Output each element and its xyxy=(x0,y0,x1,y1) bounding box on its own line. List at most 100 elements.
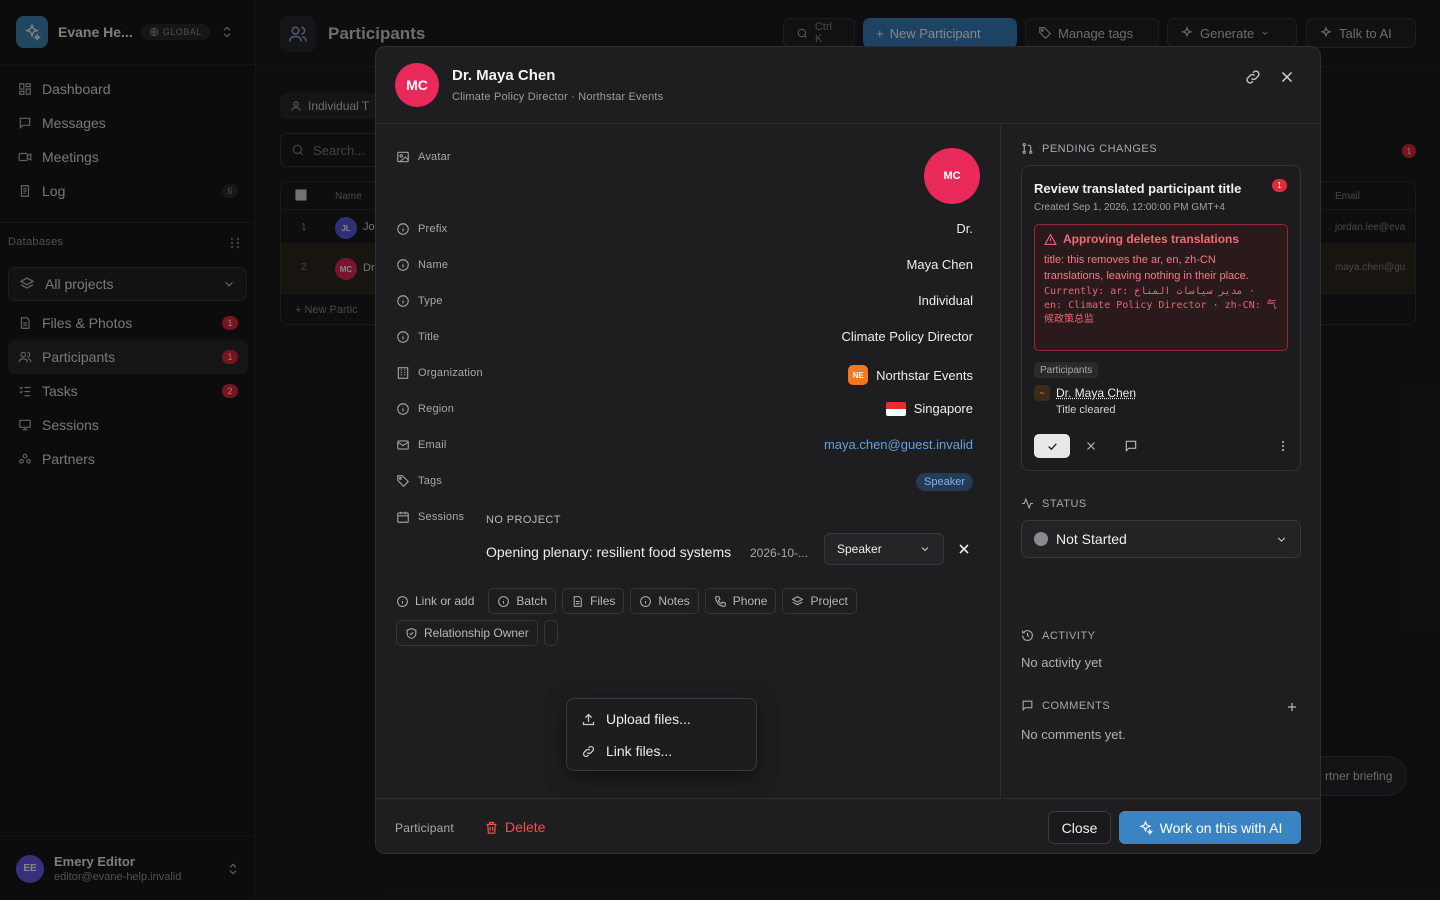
warning-text: title: this removes the ar, en, zh-CN tr… xyxy=(1044,254,1249,282)
add-comment-icon[interactable] xyxy=(1285,700,1299,714)
status-select[interactable]: Not Started xyxy=(1021,520,1301,558)
tag-speaker[interactable]: Speaker xyxy=(916,473,973,491)
approve-button[interactable] xyxy=(1034,434,1070,458)
section-title: ACTIVITY xyxy=(1042,629,1096,642)
comments-heading: COMMENTS xyxy=(1021,699,1110,712)
field-label: Sessions xyxy=(418,511,465,523)
menu-item-label: Upload files... xyxy=(606,711,691,727)
upload-icon xyxy=(582,713,595,725)
chip-label: Link or add xyxy=(415,594,475,608)
pending-change-created: Created Sep 1, 2026, 12:00:00 PM GMT+4 xyxy=(1034,202,1225,213)
section-title: STATUS xyxy=(1042,497,1087,510)
reject-icon[interactable] xyxy=(1084,439,1098,453)
field-label: Name xyxy=(418,259,449,271)
tags-field: Tags Speaker xyxy=(396,472,973,492)
organization-logo: NE xyxy=(848,365,869,385)
chevron-down-icon xyxy=(1277,536,1286,542)
prefix-value[interactable]: Dr. xyxy=(956,221,973,236)
dialog-header: MC Dr. Maya Chen Climate Policy Director… xyxy=(376,47,1320,124)
status-dot xyxy=(1034,532,1048,546)
info-icon xyxy=(397,595,408,607)
image-icon xyxy=(397,151,409,163)
side-panel: PENDING CHANGES Review translated partic… xyxy=(1002,124,1320,798)
session-title[interactable]: Opening plenary: resilient food systems xyxy=(486,544,740,560)
activity-empty: No activity yet xyxy=(1021,655,1102,670)
mail-icon xyxy=(397,440,409,450)
work-with-ai-button[interactable]: Work on this with AI xyxy=(1119,811,1301,844)
region-name: Singapore xyxy=(913,401,973,416)
files-chip[interactable]: Files xyxy=(562,588,625,614)
entity-icon: ~ xyxy=(1034,385,1050,401)
link-icon[interactable] xyxy=(1244,68,1262,86)
delete-button[interactable]: Delete xyxy=(484,819,545,835)
phone-chip[interactable]: Phone xyxy=(704,588,777,614)
add-field-chips-2: Relationship Owner xyxy=(396,620,558,646)
info-icon xyxy=(397,295,409,307)
link-or-add-chip[interactable]: Link or add xyxy=(396,588,482,614)
email-link[interactable]: maya.chen@guest.invalid xyxy=(824,437,973,452)
file-icon xyxy=(573,595,582,607)
relationship-owner-chip[interactable]: Relationship Owner xyxy=(396,620,538,646)
pending-change-title: Review translated participant title xyxy=(1034,181,1242,196)
title-value[interactable]: Climate Policy Director xyxy=(842,329,973,344)
sparkle-icon xyxy=(1139,820,1153,835)
sessions-field: Sessions xyxy=(396,508,973,528)
session-project-heading: NO PROJECT xyxy=(486,514,561,526)
session-date: 2026-10-... xyxy=(750,546,809,560)
add-field-chips: Link or add Batch Files Notes Phone Proj… xyxy=(396,588,857,614)
more-chip[interactable] xyxy=(543,620,558,646)
building-icon xyxy=(397,367,409,379)
organization-value[interactable]: NE Northstar Events xyxy=(848,365,973,385)
dialog-title: Dr. Maya Chen xyxy=(452,67,556,84)
info-icon xyxy=(397,331,409,343)
footer-entity-label: Participant xyxy=(395,821,454,835)
warning-icon xyxy=(1044,233,1057,245)
phone-icon xyxy=(714,595,726,607)
section-title: PENDING CHANGES xyxy=(1042,142,1158,155)
prefix-field: Prefix Dr. xyxy=(396,220,973,240)
comment-icon[interactable] xyxy=(1124,439,1138,453)
project-chip[interactable]: Project xyxy=(782,588,857,614)
more-vertical-icon[interactable] xyxy=(1276,439,1290,453)
field-label: Email xyxy=(418,439,447,451)
files-dropdown-menu: Upload files... Link files... xyxy=(566,698,757,771)
batch-chip[interactable]: Batch xyxy=(488,588,557,614)
type-value[interactable]: Individual xyxy=(918,293,973,308)
region-value[interactable]: Singapore xyxy=(885,401,973,416)
organization-name: Northstar Events xyxy=(876,367,973,383)
close-icon[interactable] xyxy=(1278,68,1296,86)
avatar: MC xyxy=(395,63,439,107)
chip-label: Batch xyxy=(516,594,548,608)
session-role-select[interactable]: Speaker xyxy=(824,533,944,565)
close-button[interactable]: Close xyxy=(1048,811,1111,844)
link-files-menu-item[interactable]: Link files... xyxy=(571,735,752,767)
warning-current-values: Currently: ar: مدير سياسات المناخ · en: … xyxy=(1044,286,1277,325)
chip-label: Relationship Owner xyxy=(424,626,529,640)
trash-icon xyxy=(486,821,497,834)
pending-entity[interactable]: ~ Dr. Maya Chen xyxy=(1034,385,1136,401)
field-label: Organization xyxy=(418,367,483,379)
info-icon xyxy=(498,595,510,607)
calendar-icon xyxy=(397,511,409,523)
chip-label: Files xyxy=(590,594,616,608)
chevron-down-icon xyxy=(921,547,929,552)
field-label: Region xyxy=(418,403,455,415)
translation-warning: Approving deletes translations title: th… xyxy=(1034,224,1288,351)
upload-files-menu-item[interactable]: Upload files... xyxy=(571,703,752,735)
entity-link[interactable]: Dr. Maya Chen xyxy=(1056,386,1136,400)
singapore-flag-icon xyxy=(885,401,906,416)
activity-pulse-icon xyxy=(1022,497,1033,510)
remove-session-icon[interactable] xyxy=(956,541,972,557)
name-value[interactable]: Maya Chen xyxy=(907,257,973,272)
chip-label: Notes xyxy=(658,594,690,608)
section-title: COMMENTS xyxy=(1042,699,1111,712)
info-icon xyxy=(397,223,409,235)
notes-chip[interactable]: Notes xyxy=(630,588,699,614)
organization-field: Organization NE Northstar Events xyxy=(396,364,973,385)
email-field: Email maya.chen@guest.invalid xyxy=(396,436,973,456)
avatar-upload[interactable]: MC xyxy=(924,148,980,204)
field-label: Tags xyxy=(418,475,443,487)
chip-label: Phone xyxy=(732,594,768,608)
info-icon xyxy=(397,403,409,415)
field-panel: Avatar MC Prefix Dr. Name Maya Chen Type… xyxy=(376,124,1001,798)
